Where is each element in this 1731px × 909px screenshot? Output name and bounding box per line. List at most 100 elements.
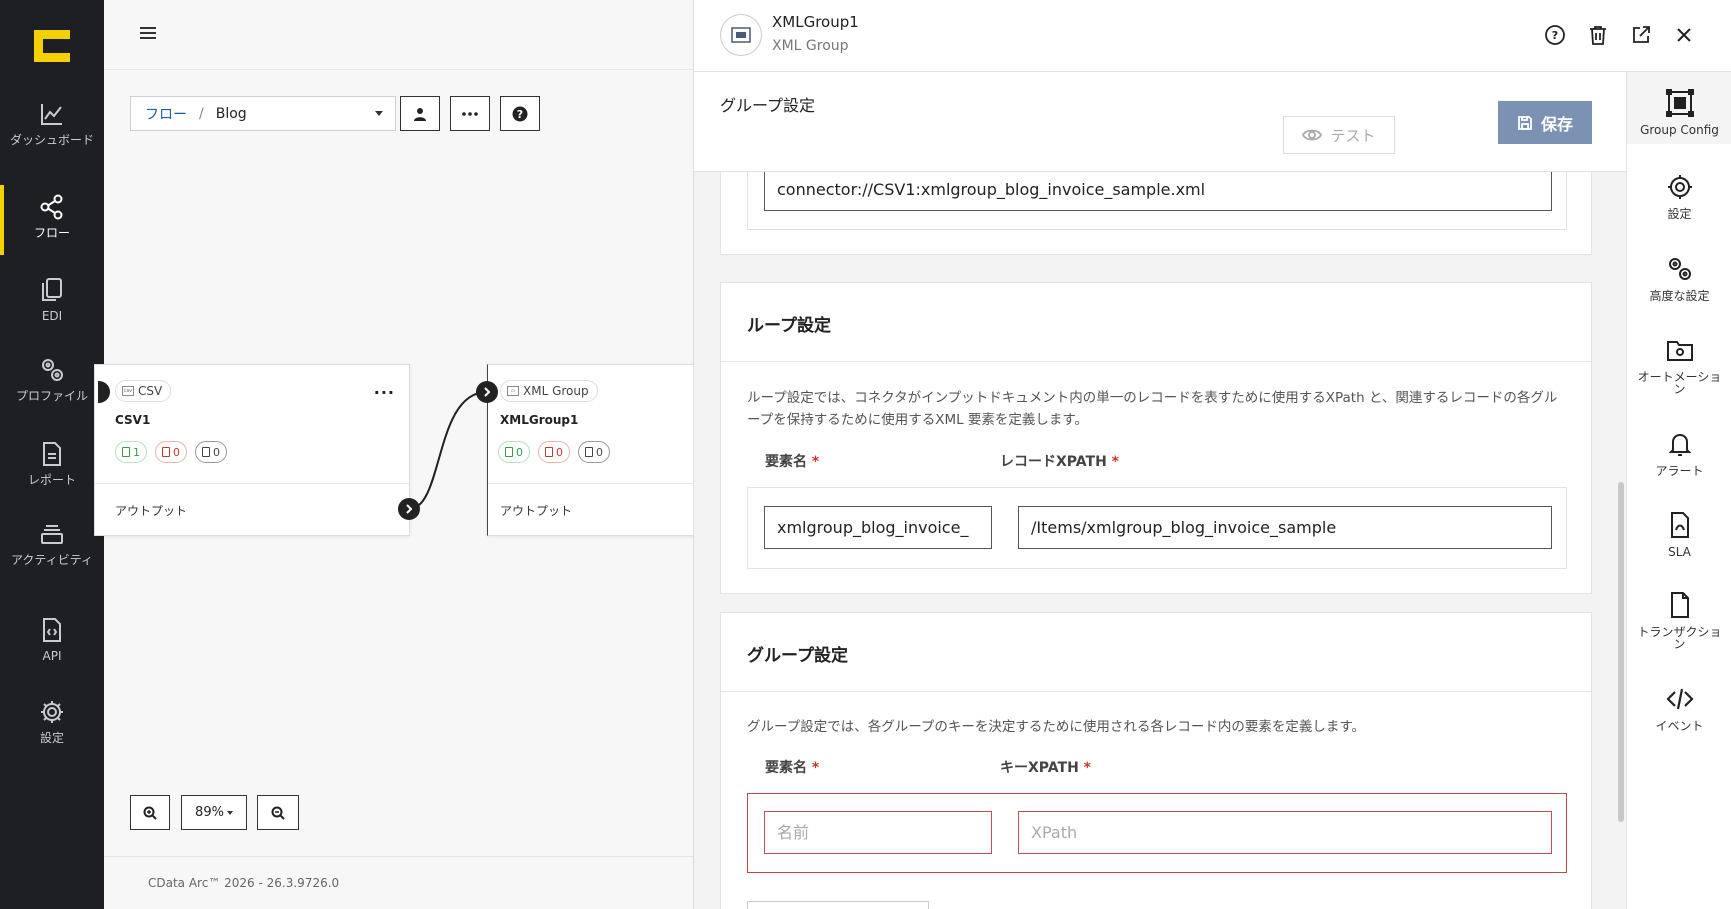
loop-element-name-input[interactable] bbox=[764, 506, 992, 549]
record-xpath-input[interactable] bbox=[1018, 506, 1552, 549]
breadcrumb-current: Blog bbox=[215, 105, 247, 122]
add-row-button[interactable] bbox=[747, 901, 929, 909]
nav-label: アクティビティ bbox=[11, 553, 93, 567]
group-settings-card: グループ設定 グループ設定では、各グループのキーを決定するために使用される各レコ… bbox=[720, 612, 1592, 909]
save-icon bbox=[1518, 115, 1532, 130]
nav-item-report[interactable]: レポート bbox=[0, 440, 104, 486]
document-icon bbox=[505, 447, 513, 457]
error-count-badge[interactable]: 0 bbox=[155, 441, 187, 463]
external-link-icon[interactable] bbox=[1630, 24, 1652, 46]
key-xpath-input[interactable] bbox=[1018, 811, 1552, 854]
node-output-label: アウトプット bbox=[500, 504, 573, 518]
pending-count-badge[interactable]: 0 bbox=[195, 441, 227, 463]
flow-node-csv1[interactable]: csv CSV ··· CSV1 1 0 0 アウトプット bbox=[94, 364, 410, 536]
source-path-input[interactable] bbox=[764, 172, 1552, 211]
input-port-xmlgroup1[interactable] bbox=[476, 381, 498, 403]
ellipsis-icon bbox=[462, 111, 478, 116]
settings-scroll-area[interactable]: ループ設定 ループ設定では、コネクタがインプットドキュメント内の単一のレコードを… bbox=[694, 172, 1627, 909]
node-type-chip: ▭ XML Group bbox=[500, 380, 598, 402]
trash-icon[interactable] bbox=[1587, 24, 1609, 46]
rside-label: イベント bbox=[1655, 719, 1704, 733]
source-inner-box bbox=[747, 172, 1567, 230]
xml-group-icon: ▭ bbox=[507, 386, 519, 396]
source-card bbox=[720, 172, 1592, 255]
document-icon bbox=[162, 447, 170, 457]
pending-count-badge[interactable]: 0 bbox=[578, 441, 610, 463]
document-icon bbox=[202, 447, 210, 457]
error-count-badge[interactable]: 0 bbox=[538, 441, 570, 463]
node-type-label: XML Group bbox=[523, 384, 589, 398]
chevron-right-icon bbox=[484, 387, 491, 397]
xml-group-node-icon bbox=[720, 14, 762, 56]
code-icon bbox=[1665, 688, 1694, 710]
chart-line-icon bbox=[41, 104, 62, 125]
more-options-button[interactable] bbox=[450, 96, 490, 131]
gear-icon bbox=[41, 701, 63, 723]
rside-item-events[interactable]: イベント bbox=[1627, 684, 1731, 732]
document-icon bbox=[585, 447, 593, 457]
required-marker: * bbox=[1083, 760, 1091, 776]
nav-item-dashboard[interactable]: ダッシュボード bbox=[0, 100, 104, 146]
node-name: XMLGroup1 bbox=[500, 413, 579, 427]
rside-item-alerts[interactable]: アラート bbox=[1627, 429, 1731, 477]
layers-icon bbox=[41, 525, 63, 544]
test-button[interactable]: テスト bbox=[1283, 116, 1395, 154]
group-element-name-input[interactable] bbox=[764, 811, 992, 854]
version-footer: CData Arc™ 2026 - 26.3.9726.0 bbox=[148, 876, 340, 890]
zoom-in-button[interactable] bbox=[130, 795, 170, 830]
nav-item-flow[interactable]: フロー bbox=[0, 193, 104, 239]
loop-settings-title: ループ設定 bbox=[747, 316, 831, 336]
connector-settings-panel: XMLGroup1 XML Group ? グループ設定 テスト 保存 ループ設… bbox=[693, 0, 1731, 909]
zoom-level-select[interactable]: 89% bbox=[181, 795, 247, 830]
node-type-label: CSV bbox=[138, 384, 163, 398]
rside-label: 高度な設定 bbox=[1649, 289, 1710, 303]
panel-header: XMLGroup1 XML Group ? bbox=[694, 0, 1731, 72]
success-count: 1 bbox=[133, 445, 140, 459]
nav-label: レポート bbox=[27, 473, 76, 487]
flow-breadcrumb[interactable]: フロー / Blog bbox=[130, 96, 396, 131]
chevron-down-icon[interactable] bbox=[375, 111, 383, 116]
rside-item-transactions[interactable]: トランザクション bbox=[1627, 590, 1731, 650]
rside-item-sla[interactable]: SLA bbox=[1627, 510, 1731, 558]
output-port-csv1[interactable] bbox=[398, 498, 420, 520]
save-button-label: 保存 bbox=[1540, 114, 1573, 134]
zoom-out-button[interactable] bbox=[257, 795, 299, 830]
nav-label: ダッシュボード bbox=[10, 133, 95, 147]
nav-item-activity[interactable]: アクティビティ bbox=[0, 520, 104, 566]
zoom-out-icon bbox=[271, 806, 285, 820]
zoom-in-icon bbox=[143, 806, 157, 820]
nav-item-settings[interactable]: 設定 bbox=[0, 698, 104, 744]
nav-item-api[interactable]: API bbox=[0, 616, 104, 662]
help-button[interactable]: ? bbox=[500, 96, 540, 131]
node-status-badges: 0 0 0 bbox=[498, 441, 610, 463]
chevron-down-icon bbox=[226, 810, 233, 815]
svg-text:?: ? bbox=[517, 108, 523, 121]
rside-item-advanced[interactable]: 高度な設定 bbox=[1627, 254, 1731, 302]
flow-canvas[interactable]: フロー / Blog ? csv CSV ··· CSV1 1 0 0 アウトプ… bbox=[94, 0, 707, 909]
breadcrumb-root[interactable]: フロー bbox=[145, 104, 187, 124]
help-circle-icon[interactable]: ? bbox=[1544, 24, 1566, 46]
save-button[interactable]: 保存 bbox=[1498, 101, 1592, 144]
required-marker: * bbox=[1111, 454, 1119, 470]
success-count-badge[interactable]: 1 bbox=[115, 441, 147, 463]
required-marker: * bbox=[811, 454, 820, 470]
label-text: 要素名 bbox=[765, 454, 807, 470]
nav-item-edi[interactable]: EDI bbox=[0, 276, 104, 322]
user-button[interactable] bbox=[400, 96, 440, 131]
rside-item-group-config[interactable]: Group Config bbox=[1627, 72, 1731, 144]
flow-node-xmlgroup1[interactable]: ▭ XML Group XMLGroup1 0 0 0 アウトプット bbox=[487, 364, 707, 536]
gears-icon bbox=[1668, 258, 1691, 280]
rside-label: SLA bbox=[1668, 545, 1691, 559]
app-logo-icon[interactable] bbox=[34, 30, 70, 62]
report-icon bbox=[43, 442, 61, 466]
close-icon[interactable] bbox=[1673, 24, 1695, 46]
nav-label: 設定 bbox=[39, 731, 64, 745]
vertical-scrollbar[interactable] bbox=[1618, 482, 1624, 822]
node-menu-button[interactable]: ··· bbox=[374, 383, 395, 402]
rside-item-settings[interactable]: 設定 bbox=[1627, 172, 1731, 220]
success-count-badge[interactable]: 0 bbox=[498, 441, 530, 463]
hamburger-menu-icon[interactable] bbox=[140, 24, 160, 44]
nav-item-profile[interactable]: プロファイル bbox=[0, 356, 104, 402]
rside-item-automation[interactable]: オートメーション bbox=[1627, 335, 1731, 395]
document-icon bbox=[122, 447, 130, 457]
